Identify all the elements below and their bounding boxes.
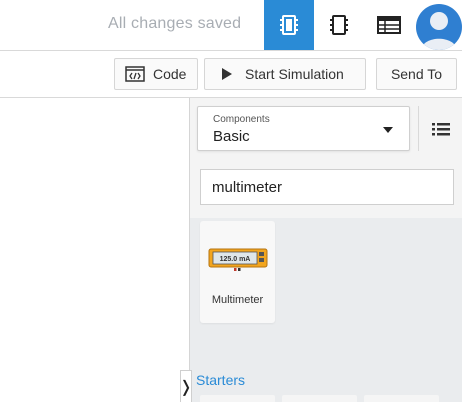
workplane-canvas[interactable] <box>0 98 190 402</box>
start-simulation-label: Start Simulation <box>245 66 344 82</box>
panel-collapse-toggle[interactable]: ❭ <box>179 370 193 402</box>
caret-down-icon <box>383 127 393 133</box>
code-icon <box>125 66 145 82</box>
play-icon <box>222 68 232 80</box>
save-status: All changes saved <box>108 15 242 32</box>
circuit-view-button[interactable] <box>264 0 314 50</box>
starter-card[interactable] <box>364 395 439 402</box>
top-header: All changes saved <box>0 0 462 51</box>
action-toolbar: Code Start Simulation Send To <box>0 51 462 98</box>
component-list-button[interactable] <box>364 0 414 50</box>
component-list-icon <box>377 16 401 34</box>
chevron-right-icon: ❭ <box>179 379 193 396</box>
list-view-button[interactable] <box>418 106 462 151</box>
starters-heading: Starters <box>196 372 246 388</box>
component-label: Multimeter <box>211 294 264 306</box>
send-to-button[interactable]: Send To <box>376 58 457 90</box>
starter-card[interactable] <box>200 395 275 402</box>
user-icon <box>421 12 457 50</box>
send-to-label: Send To <box>390 66 443 82</box>
dropdown-value: Basic <box>213 128 250 145</box>
start-simulation-button[interactable]: Start Simulation <box>204 58 366 90</box>
components-panel: Components Basic 125.0 mA <box>190 98 462 402</box>
search-area <box>190 158 462 218</box>
code-button[interactable]: Code <box>114 58 198 90</box>
multimeter-icon: 125.0 mA <box>208 248 268 271</box>
component-card-multimeter[interactable]: 125.0 mA Multimeter <box>200 221 275 323</box>
list-view-icon <box>431 122 450 135</box>
schematic-view-button[interactable] <box>314 0 364 50</box>
user-avatar[interactable] <box>416 4 462 50</box>
schematic-view-icon <box>330 15 348 35</box>
code-label: Code <box>153 66 187 82</box>
multimeter-readout: 125.0 mA <box>220 256 251 263</box>
starter-card[interactable] <box>282 395 357 402</box>
component-search-input[interactable] <box>200 169 454 205</box>
components-dropdown[interactable]: Components Basic <box>197 106 410 151</box>
panel-header: Components Basic <box>190 98 462 158</box>
circuit-view-icon <box>280 15 298 35</box>
dropdown-caption: Components <box>213 114 270 125</box>
